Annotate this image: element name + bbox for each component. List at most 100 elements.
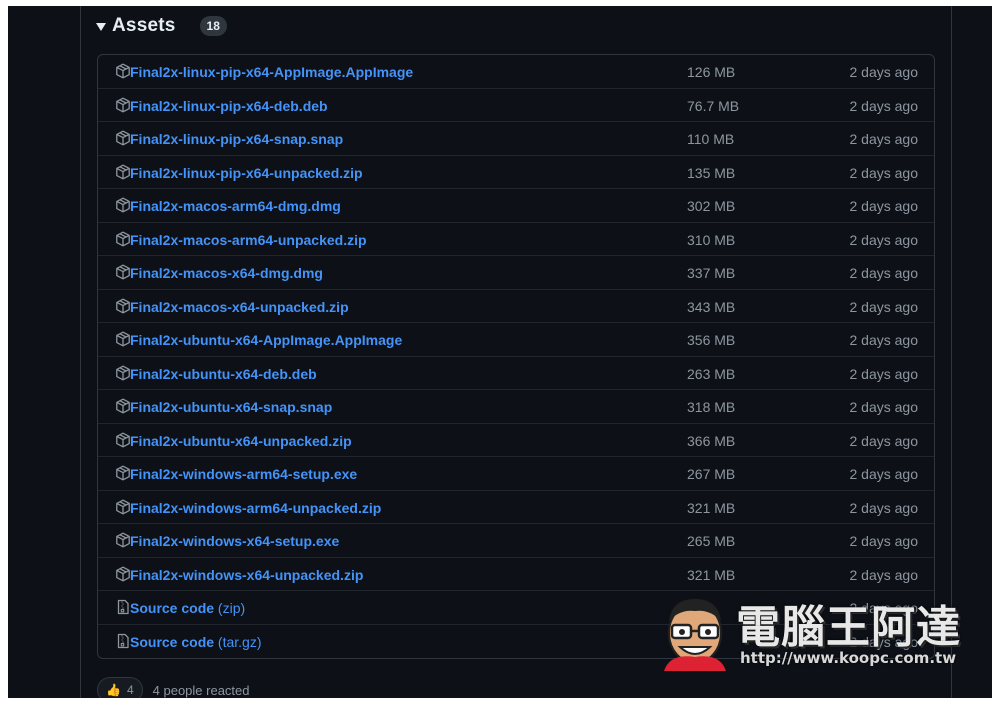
asset-name: Final2x-windows-x64-setup.exe (130, 533, 340, 549)
asset-size: 321 MB (687, 566, 736, 583)
asset-download-link[interactable]: Final2x-ubuntu-x64-snap.snap (130, 399, 332, 415)
asset-download-link[interactable]: Final2x-macos-x64-dmg.dmg (130, 265, 323, 281)
asset-name-suffix: (tar.gz) (214, 633, 262, 650)
asset-size: 343 MB (687, 298, 736, 315)
asset-name: Final2x-linux-pip-x64-unpacked.zip (130, 164, 363, 181)
asset-date: 2 days ago (849, 332, 919, 348)
asset-row: Final2x-windows-arm64-setup.exe 267 MB 2 d… (98, 457, 934, 491)
file-zip-icon (115, 599, 131, 615)
package-icon (115, 532, 131, 548)
package-icon (115, 465, 131, 481)
assets-toggle[interactable]: Assets 18 (96, 12, 227, 40)
reaction-thumbs-up-button[interactable]: 👍 4 (97, 677, 143, 698)
asset-date: 2 days ago (849, 566, 919, 583)
file-zip-icon (115, 633, 131, 649)
asset-name: Final2x-macos-arm64-dmg.dmg (130, 198, 341, 214)
asset-name: Final2x-macos-arm64-unpacked.zip (130, 231, 367, 248)
asset-name: Final2x-macos-x64-dmg.dmg (130, 265, 323, 281)
reactions-bar: 👍 4 4 people reacted (97, 676, 250, 698)
asset-name: Final2x-linux-pip-x64-AppImage.AppImage (130, 64, 414, 80)
asset-name: Final2x-linux-pip-x64-snap.snap (130, 131, 344, 147)
asset-download-link[interactable]: Final2x-linux-pip-x64-deb.deb (130, 98, 328, 114)
asset-name: Final2x-windows-arm64-setup.exe (130, 466, 358, 482)
asset-download-link[interactable]: Final2x-linux-pip-x64-AppImage.AppImage (130, 64, 413, 80)
asset-row: Final2x-windows-arm64-unpacked.zip 321 MB… (98, 491, 934, 524)
asset-row: Final2x-windows-x64-unpacked.zip 321 MB 2 … (98, 558, 934, 591)
asset-size: 321 MB (687, 499, 736, 516)
package-icon (115, 231, 131, 247)
asset-download-link[interactable]: Final2x-ubuntu-x64-unpacked.zip (130, 433, 352, 449)
asset-date: 2 days ago (849, 600, 919, 616)
asset-size: 302 MB (687, 198, 736, 214)
asset-size: 126 MB (687, 64, 736, 80)
asset-name: Final2x-macos-x64-unpacked.zip (130, 298, 349, 315)
asset-download-link[interactable]: Source code (tar.gz) (130, 634, 262, 650)
asset-size: 76.7 MB (687, 97, 740, 114)
asset-download-link[interactable]: Final2x-windows-arm64-unpacked.zip (130, 500, 381, 516)
asset-row: Final2x-macos-x64-dmg.dmg 337 MB 2 days ag… (98, 256, 934, 290)
asset-date: 2 days ago (849, 298, 919, 315)
package-icon (115, 566, 131, 582)
asset-size: 110 MB (687, 131, 735, 147)
asset-row: Final2x-linux-pip-x64-AppImage.AppImage 1… (98, 55, 934, 89)
caret-down-icon (96, 23, 106, 31)
thumbs-up-icon: 👍 (106, 683, 121, 697)
package-icon (115, 164, 131, 180)
asset-download-link[interactable]: Final2x-macos-x64-unpacked.zip (130, 299, 349, 315)
asset-download-link[interactable]: Final2x-windows-x64-unpacked.zip (130, 567, 363, 583)
asset-size: 310 MB (687, 231, 736, 248)
asset-row: Source code (zip) 2 days ago (98, 591, 934, 625)
column-border-left (80, 6, 81, 698)
asset-download-link[interactable]: Final2x-macos-arm64-unpacked.zip (130, 232, 367, 248)
asset-name: Final2x-windows-x64-unpacked.zip (130, 566, 364, 583)
asset-date: 2 days ago (849, 432, 919, 449)
package-icon (115, 130, 131, 146)
asset-name: Source code (130, 600, 215, 616)
asset-name: Final2x-ubuntu-x64-deb.deb (130, 365, 317, 382)
asset-download-link[interactable]: Final2x-ubuntu-x64-AppImage.AppImage (130, 332, 402, 348)
asset-date: 2 days ago (849, 64, 919, 80)
asset-date: 2 days ago (849, 265, 919, 281)
package-icon (115, 63, 131, 79)
asset-download-link[interactable]: Final2x-linux-pip-x64-unpacked.zip (130, 165, 363, 181)
assets-count-badge: 18 (199, 16, 227, 36)
asset-date: 2 days ago (849, 499, 919, 516)
asset-download-link[interactable]: Final2x-windows-x64-setup.exe (130, 533, 339, 549)
asset-download-link[interactable]: Final2x-ubuntu-x64-deb.deb (130, 366, 317, 382)
package-icon (115, 331, 131, 347)
asset-download-link[interactable]: Final2x-linux-pip-x64-snap.snap (130, 131, 343, 147)
asset-row: Final2x-macos-arm64-unpacked.zip 310 MB 2 … (98, 223, 934, 256)
asset-name: Final2x-ubuntu-x64-snap.snap (130, 399, 333, 415)
package-icon (115, 298, 131, 314)
asset-date: 2 days ago (849, 231, 919, 248)
asset-row: Final2x-ubuntu-x64-AppImage.AppImage 356 … (98, 323, 934, 357)
package-icon (115, 398, 131, 414)
package-icon (115, 432, 131, 448)
asset-date: 2 days ago (849, 97, 919, 114)
asset-date: 2 days ago (849, 399, 919, 415)
reaction-count: 4 (126, 683, 134, 697)
asset-size: 318 MB (687, 399, 736, 415)
package-icon (115, 499, 131, 515)
asset-download-link[interactable]: Final2x-windows-arm64-setup.exe (130, 466, 357, 482)
asset-row: Final2x-linux-pip-x64-deb.deb 76.7 MB 2 da… (98, 89, 934, 122)
package-icon (115, 197, 131, 213)
asset-date: 2 days ago (849, 131, 919, 147)
assets-title: Assets (112, 15, 176, 36)
asset-download-link[interactable]: Final2x-macos-arm64-dmg.dmg (130, 198, 341, 214)
asset-row: Final2x-linux-pip-x64-unpacked.zip 135 MB… (98, 156, 934, 189)
asset-name: Source code (130, 633, 215, 650)
reactions-summary: 4 people reacted (152, 682, 250, 698)
asset-name: Final2x-windows-arm64-unpacked.zip (130, 499, 382, 516)
asset-size: 267 MB (687, 466, 736, 482)
assets-list: Final2x-linux-pip-x64-AppImage.AppImage 1… (97, 54, 935, 659)
asset-download-link[interactable]: Source code (zip) (130, 600, 245, 616)
asset-date: 2 days ago (849, 466, 919, 482)
asset-row: Final2x-ubuntu-x64-unpacked.zip 366 MB 2 d… (98, 424, 934, 457)
asset-size: 356 MB (687, 332, 736, 348)
package-icon (115, 365, 131, 381)
asset-row: Final2x-windows-x64-setup.exe 265 MB 2 day… (98, 524, 934, 558)
column-border-right (951, 6, 952, 698)
asset-size: 337 MB (687, 265, 736, 281)
asset-row: Final2x-macos-x64-unpacked.zip 343 MB 2 da… (98, 290, 934, 323)
